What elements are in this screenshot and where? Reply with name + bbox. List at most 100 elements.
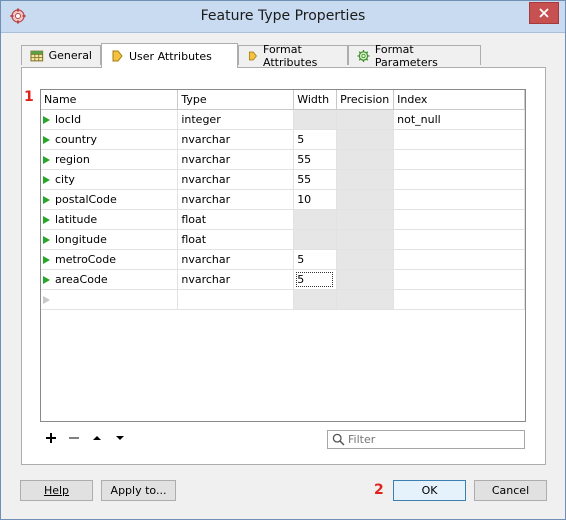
cell-width-focused[interactable]: 5 <box>293 269 338 290</box>
cell-name[interactable]: longitude <box>41 229 179 250</box>
tab-label: Format Parameters <box>374 42 438 69</box>
filter-field[interactable] <box>327 430 525 449</box>
table-row[interactable]: areaCode nvarchar 5 <box>41 269 525 290</box>
row-arrow-icon <box>43 216 50 224</box>
cell-name[interactable]: locId <box>41 109 179 130</box>
cell-name[interactable]: city <box>41 169 179 190</box>
attribute-name: region <box>55 153 90 166</box>
cell-type[interactable]: float <box>177 229 295 250</box>
cell-name[interactable]: postalCode <box>41 189 179 210</box>
cell-type[interactable]: nvarchar <box>177 129 295 150</box>
column-header-index[interactable]: Index <box>393 90 525 110</box>
cell-type[interactable]: integer <box>177 109 295 130</box>
tab-label: General <box>48 49 92 62</box>
annotation-marker-2: 2 <box>374 482 384 498</box>
help-button[interactable]: Help <box>20 480 93 501</box>
cell-width-value: 5 <box>296 272 334 287</box>
tab-label: Format Attributes <box>263 42 318 69</box>
cell-index[interactable] <box>393 249 525 270</box>
column-header-precision[interactable]: Precision <box>336 90 395 110</box>
column-header-type[interactable]: Type <box>177 90 295 110</box>
triangle-up-icon <box>93 436 101 440</box>
cell-width[interactable]: 55 <box>293 169 338 190</box>
table-row[interactable]: longitude float <box>41 229 525 250</box>
table-row[interactable]: metroCode nvarchar 5 <box>41 249 525 270</box>
tab-general[interactable]: General <box>21 45 101 65</box>
row-arrow-icon <box>43 156 50 164</box>
cell-precision <box>336 249 395 270</box>
table-row[interactable]: country nvarchar 5 <box>41 129 525 150</box>
cell-name[interactable]: country <box>41 129 179 150</box>
ok-button[interactable]: OK <box>393 480 466 501</box>
cell-width[interactable]: 5 <box>293 249 338 270</box>
user-attributes-panel: 1 Name Type Width Precision Index locId … <box>21 67 546 465</box>
tab-format-attributes[interactable]: Format Attributes <box>238 43 348 69</box>
cell-width[interactable]: 55 <box>293 149 338 170</box>
filter-input[interactable] <box>348 432 518 447</box>
cell-type[interactable]: nvarchar <box>177 249 295 270</box>
attribute-name: locId <box>55 113 82 126</box>
remove-attribute-button[interactable] <box>67 431 81 445</box>
cell-precision <box>336 269 395 290</box>
row-arrow-icon <box>43 276 50 284</box>
column-header-name[interactable]: Name <box>41 90 179 110</box>
attribute-name: metroCode <box>55 253 116 266</box>
ok-button-label: OK <box>421 484 438 497</box>
cell-width[interactable]: 5 <box>293 129 338 150</box>
attribute-name: latitude <box>55 213 98 226</box>
cell-index[interactable] <box>393 149 525 170</box>
tab-user-attributes[interactable]: User Attributes <box>101 43 238 68</box>
cell-name[interactable]: metroCode <box>41 249 179 270</box>
attribute-name: postalCode <box>55 193 117 206</box>
attribute-name: country <box>55 133 98 146</box>
close-icon <box>539 8 549 18</box>
cell-index[interactable]: not_null <box>393 109 525 130</box>
cell-precision <box>336 149 395 170</box>
tab-label: User Attributes <box>129 49 212 63</box>
cell-index[interactable] <box>393 129 525 150</box>
cell-width[interactable]: 10 <box>293 189 338 210</box>
cell-name[interactable]: areaCode <box>41 269 179 290</box>
cell-index[interactable] <box>393 229 525 250</box>
add-attribute-button[interactable] <box>44 431 58 445</box>
cell-precision-new <box>336 289 395 310</box>
cell-name[interactable]: latitude <box>41 209 179 230</box>
cell-type[interactable]: nvarchar <box>177 169 295 190</box>
cell-index[interactable] <box>393 269 525 290</box>
table-row[interactable]: postalCode nvarchar 10 <box>41 189 525 210</box>
cell-index[interactable] <box>393 189 525 210</box>
table-row[interactable]: region nvarchar 55 <box>41 149 525 170</box>
cell-name-new[interactable] <box>41 289 179 310</box>
apply-to-button[interactable]: Apply to... <box>101 480 176 501</box>
cell-index-new[interactable] <box>393 289 525 310</box>
tab-format-parameters[interactable]: Format Parameters <box>348 43 481 69</box>
cell-type[interactable]: nvarchar <box>177 189 295 210</box>
cell-type[interactable]: nvarchar <box>177 149 295 170</box>
cell-type[interactable]: nvarchar <box>177 269 295 290</box>
attribute-name: longitude <box>55 233 107 246</box>
cell-precision <box>336 129 395 150</box>
move-up-button[interactable] <box>90 431 104 445</box>
cell-index[interactable] <box>393 169 525 190</box>
table-header-row: Name Type Width Precision Index <box>41 90 525 110</box>
cell-width <box>293 109 338 130</box>
table-row[interactable]: city nvarchar 55 <box>41 169 525 190</box>
annotation-marker-1: 1 <box>24 89 34 105</box>
column-header-width[interactable]: Width <box>293 90 338 110</box>
gear-icon <box>357 49 370 62</box>
new-row[interactable] <box>41 289 525 310</box>
cancel-button-label: Cancel <box>491 484 530 497</box>
table-row[interactable]: locId integer not_null <box>41 109 525 130</box>
attributes-table[interactable]: Name Type Width Precision Index locId in… <box>40 89 526 422</box>
close-button[interactable] <box>529 2 559 24</box>
cell-index[interactable] <box>393 209 525 230</box>
cell-type-new[interactable] <box>177 289 295 310</box>
table-row[interactable]: latitude float <box>41 209 525 230</box>
move-down-button[interactable] <box>113 431 127 445</box>
cell-name[interactable]: region <box>41 149 179 170</box>
title-bar: Feature Type Properties <box>1 1 565 33</box>
window-title: Feature Type Properties <box>200 8 366 24</box>
cancel-button[interactable]: Cancel <box>474 480 547 501</box>
cell-type[interactable]: float <box>177 209 295 230</box>
apply-to-button-label: Apply to... <box>110 484 167 497</box>
